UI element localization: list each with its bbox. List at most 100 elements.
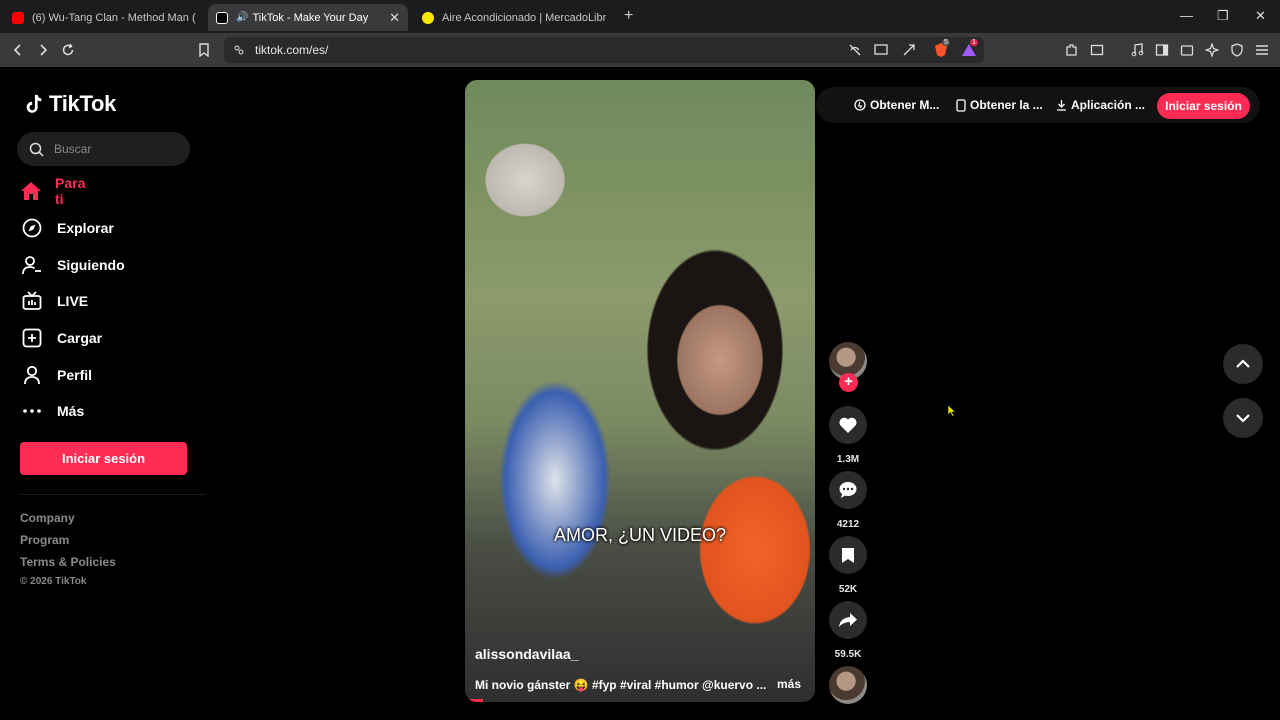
- search-input[interactable]: Buscar: [17, 132, 190, 166]
- sidebar-item-label: Para ti: [55, 175, 86, 207]
- tiktok-logo[interactable]: TikTok: [23, 91, 116, 117]
- more-icon: [20, 399, 44, 423]
- like-count: 1.3M: [836, 454, 860, 465]
- speaker-icon[interactable]: 🔊: [236, 12, 248, 23]
- video-progress-bar[interactable]: [465, 699, 483, 702]
- browser-tab-bar: (6) Wu-Tang Clan - Method Man (Off 🔊 Tik…: [0, 0, 1280, 33]
- get-coins-label: Obtener M...: [870, 98, 940, 112]
- mercadolibre-icon: [422, 11, 434, 24]
- tab-title: TikTok - Make Your Day: [252, 11, 369, 24]
- sidebar-item-label: Siguiendo: [57, 257, 125, 273]
- top-login-button[interactable]: Iniciar sesión: [1157, 93, 1250, 119]
- upload-icon: [20, 326, 44, 350]
- search-placeholder: Buscar: [54, 142, 92, 156]
- share-count: 59.5K: [834, 649, 862, 660]
- more-link[interactable]: más: [777, 677, 801, 691]
- address-bar[interactable]: tiktok.com/es/ 5 1: [224, 37, 984, 63]
- desktop-app-button[interactable]: Aplicación ...: [1056, 98, 1145, 112]
- sidebar-item-label: Cargar: [57, 330, 103, 346]
- restore-icon[interactable]: ❐: [1217, 8, 1229, 24]
- compass-icon: [20, 216, 44, 240]
- save-count: 52K: [838, 584, 858, 595]
- youtube-icon: [12, 11, 24, 24]
- comment-action[interactable]: 4212: [829, 471, 867, 530]
- forward-icon[interactable]: [34, 41, 52, 59]
- wallet-icon[interactable]: [1178, 41, 1196, 59]
- cast-icon[interactable]: [872, 41, 890, 59]
- sidebar-item-label: LIVE: [57, 293, 89, 309]
- alert-badge: 1: [970, 39, 978, 46]
- get-app-button[interactable]: Obtener la ...: [956, 98, 1043, 112]
- sidebar-item-mas[interactable]: Más: [20, 399, 84, 423]
- video-caption: AMOR, ¿UN VIDEO?: [553, 525, 727, 545]
- extensions-icon[interactable]: [1063, 41, 1081, 59]
- next-video-button[interactable]: [1223, 398, 1263, 438]
- sidebar-item-label: Perfil: [57, 367, 93, 383]
- comment-icon[interactable]: [829, 471, 867, 509]
- coin-icon: [854, 99, 866, 111]
- previous-video-button[interactable]: [1223, 344, 1263, 384]
- follow-plus-icon[interactable]: +: [839, 373, 858, 392]
- heart-icon[interactable]: [829, 406, 867, 444]
- tab-title: (6) Wu-Tang Clan - Method Man (Off: [32, 11, 196, 24]
- sidebar-item-para-ti[interactable]: Para ti: [20, 175, 87, 207]
- bookmark-icon[interactable]: [195, 41, 213, 59]
- sidebar-login-button[interactable]: Iniciar sesión: [20, 442, 187, 475]
- logo-text: TikTok: [49, 91, 117, 116]
- phone-icon: [956, 98, 966, 112]
- tiktok-logo-icon: [26, 94, 42, 113]
- following-icon: [20, 253, 44, 277]
- divider: [20, 494, 206, 495]
- like-action[interactable]: 1.3M: [829, 406, 867, 465]
- tab-title: Aire Acondicionado | MercadoLibre: [442, 11, 606, 24]
- music-disc-avatar[interactable]: [829, 666, 867, 704]
- bookmark-save-icon[interactable]: [829, 536, 867, 574]
- profile-icon: [20, 363, 44, 387]
- video-username[interactable]: alissondavilaa_: [475, 646, 579, 662]
- copyright: © 2026 TikTok: [20, 576, 87, 587]
- footer-link-terms[interactable]: Terms & Policies: [20, 555, 116, 569]
- no-tracking-icon[interactable]: [846, 41, 864, 59]
- screenshot-icon[interactable]: [1088, 41, 1106, 59]
- back-icon[interactable]: [9, 41, 27, 59]
- sidebar-item-label: Más: [57, 403, 85, 419]
- footer-link-program[interactable]: Program: [20, 533, 69, 547]
- video-player[interactable]: AMOR, ¿UN VIDEO? alissondavilaa_ Mi novi…: [465, 80, 815, 702]
- sidebar-item-explorar[interactable]: Explorar: [20, 216, 114, 240]
- sidebar-toggle-icon[interactable]: [1153, 41, 1171, 59]
- music-icon[interactable]: [1128, 41, 1146, 59]
- site-settings-icon[interactable]: [230, 41, 248, 59]
- share-action[interactable]: 59.5K: [829, 601, 867, 660]
- sidebar-item-live[interactable]: LIVE: [20, 289, 88, 313]
- sidebar-item-perfil[interactable]: Perfil: [20, 363, 92, 387]
- new-tab-icon[interactable]: +: [624, 7, 633, 25]
- reload-icon[interactable]: [59, 41, 77, 59]
- live-icon: [20, 289, 44, 313]
- tab-mercadolibre[interactable]: Aire Acondicionado | MercadoLibre: [414, 4, 614, 31]
- leo-ai-icon[interactable]: [1203, 41, 1221, 59]
- sidebar-item-siguiendo[interactable]: Siguiendo: [20, 253, 125, 277]
- tab-youtube[interactable]: (6) Wu-Tang Clan - Method Man (Off: [4, 4, 204, 31]
- get-coins-button[interactable]: Obtener M...: [854, 98, 939, 112]
- close-tab-icon[interactable]: ✕: [389, 10, 400, 26]
- desktop-app-label: Aplicación ...: [1071, 98, 1146, 112]
- tab-tiktok[interactable]: 🔊 TikTok - Make Your Day ✕: [208, 4, 408, 31]
- tiktok-icon: [216, 11, 228, 24]
- save-action[interactable]: 52K: [829, 536, 867, 595]
- share-icon[interactable]: [900, 41, 918, 59]
- chevron-up-icon: [1236, 359, 1250, 368]
- mouse-cursor-icon: [948, 405, 956, 417]
- share-arrow-icon[interactable]: [829, 601, 867, 639]
- minimize-icon[interactable]: —: [1180, 8, 1193, 23]
- footer-link-company[interactable]: Company: [20, 511, 75, 525]
- vpn-icon[interactable]: [1228, 41, 1246, 59]
- tiktok-page: TikTok Buscar Para ti Explorar Siguiendo: [4, 67, 1276, 716]
- close-window-icon[interactable]: ✕: [1255, 8, 1266, 24]
- top-actions-bar: Obtener M... Obtener la ... Aplicación .…: [816, 87, 1260, 123]
- download-icon: [1057, 100, 1066, 111]
- menu-icon[interactable]: [1253, 41, 1271, 59]
- get-app-label: Obtener la ...: [970, 98, 1043, 112]
- sidebar-item-cargar[interactable]: Cargar: [20, 326, 102, 350]
- shield-badge: 5: [942, 39, 950, 46]
- video-description: Mi novio gánster 😝 #fyp #viral #humor @k…: [475, 678, 767, 692]
